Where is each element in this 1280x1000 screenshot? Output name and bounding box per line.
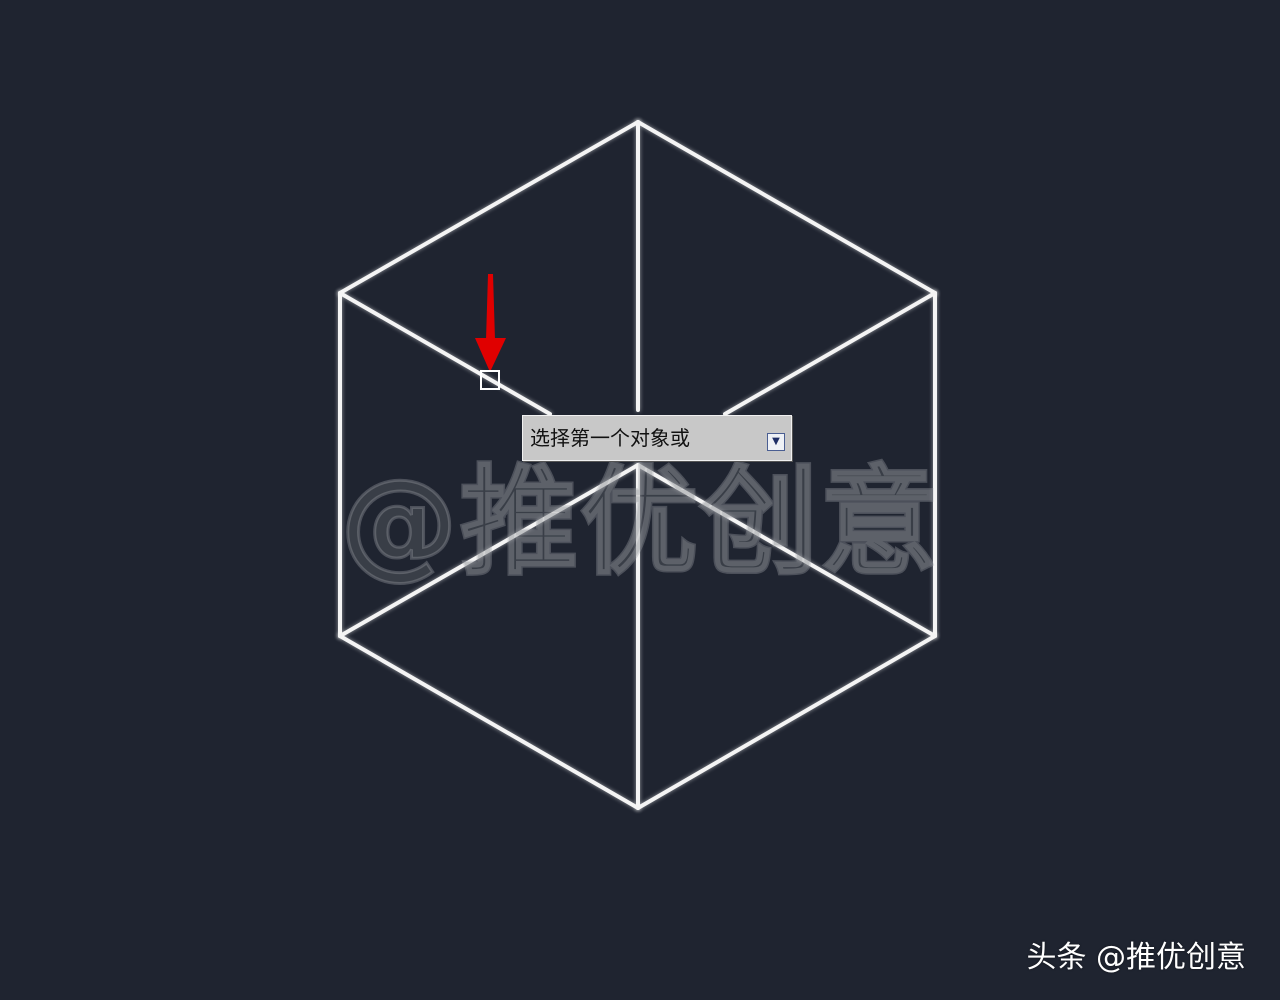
- drawing-canvas[interactable]: [0, 0, 1280, 1000]
- footer-watermark: 头条 @推优创意: [1026, 940, 1246, 975]
- hex-edge-top-right[interactable]: [636, 120, 937, 295]
- hex-edge-bottom-right[interactable]: [636, 634, 937, 810]
- inner-line-upper-right[interactable]: [723, 291, 937, 416]
- inner-line-upper-left[interactable]: [338, 291, 552, 416]
- hex-edge-bottom-left[interactable]: [338, 634, 640, 810]
- dropdown-arrow-button[interactable]: ▼: [767, 433, 785, 451]
- hex-edge-top-left[interactable]: [338, 120, 640, 295]
- inner-line-lower-right[interactable]: [636, 463, 937, 638]
- red-arrow-icon: [475, 274, 506, 372]
- pickbox-cursor: [480, 370, 500, 390]
- command-prompt-tooltip: 选择第一个对象或 ▼: [522, 415, 792, 461]
- arrow-down-icon: ▼: [772, 436, 780, 447]
- inner-line-lower-left[interactable]: [338, 463, 640, 638]
- tooltip-prompt-text: 选择第一个对象或: [530, 426, 690, 450]
